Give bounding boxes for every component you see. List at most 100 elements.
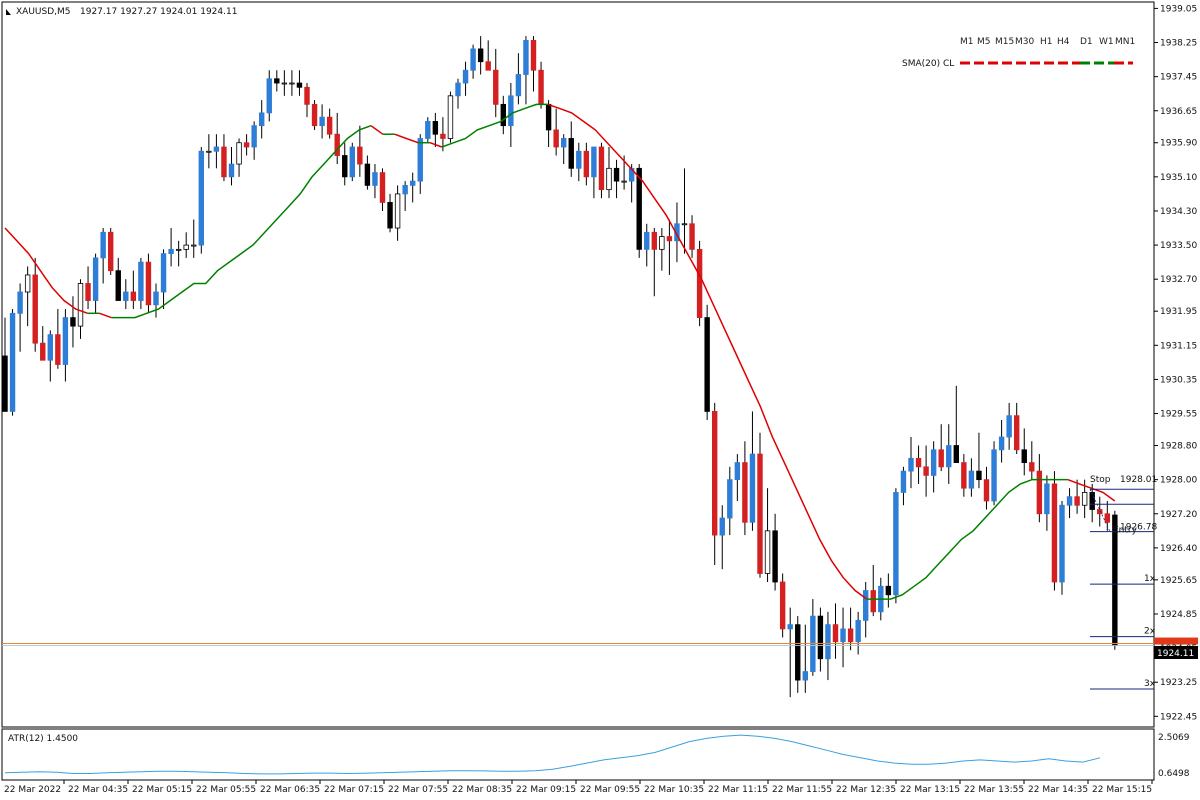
price-tick-label: 1932.70 (1160, 275, 1197, 285)
candle-body (191, 244, 197, 247)
candle-body (440, 133, 446, 139)
candle-body (447, 95, 454, 139)
candle-body (40, 342, 46, 361)
candle (757, 432, 763, 578)
candle-body (266, 78, 272, 114)
candle-body (893, 492, 899, 596)
candle-body (432, 121, 439, 135)
candle-body (734, 462, 741, 481)
candle-body (998, 436, 1005, 451)
candle (447, 91, 454, 143)
candle-body (681, 223, 688, 226)
candle-body (764, 530, 771, 574)
candle-body (175, 248, 182, 251)
timeframe-m5[interactable]: M5 (977, 37, 991, 47)
candle-body (258, 112, 265, 127)
candle-body (470, 48, 476, 71)
candle-body (538, 69, 544, 105)
candle-body (1044, 483, 1050, 515)
target-2-label: 2x (1144, 627, 1156, 637)
candle-body (530, 39, 537, 71)
candle-body (289, 82, 295, 85)
candle-body (659, 236, 665, 250)
candle-body (326, 116, 333, 135)
candle-body (394, 193, 401, 229)
candle-body (1014, 415, 1020, 451)
time-tick-label: 22 Mar 09:15 (516, 785, 576, 795)
candle-body (508, 95, 514, 127)
atr-max-label: 2.5069 (1158, 733, 1190, 743)
candle-body (825, 624, 831, 660)
timeframe-h4[interactable]: H4 (1057, 37, 1070, 47)
stop-value: 1928.01 (1120, 475, 1157, 485)
candle-body (115, 270, 121, 301)
candle-body (689, 223, 695, 250)
time-tick-label: 22 Mar 13:55 (964, 785, 1024, 795)
time-tick-label: 22 Mar 14:35 (1028, 785, 1088, 795)
candle-body (24, 274, 31, 293)
candle-body (606, 167, 612, 191)
price-tick-label: 1936.65 (1160, 107, 1197, 117)
candle-body (644, 231, 650, 250)
timeframe-m30[interactable]: M30 (1015, 37, 1034, 47)
candle-body (372, 172, 378, 186)
candle-body (553, 129, 559, 148)
candle-body (832, 624, 839, 643)
price-tick-label: 1938.25 (1160, 39, 1197, 49)
atr-label: ATR(12) 1.4500 (8, 734, 78, 744)
candle-body (1029, 462, 1035, 472)
price-tick-label: 1931.95 (1160, 307, 1197, 317)
candle-body (236, 142, 242, 165)
time-tick-label: 22 Mar 12:35 (836, 785, 896, 795)
candle-body (772, 530, 778, 583)
timeframe-bar[interactable]: M1 M5 M15 M30 H1 H4 D1 W1 MN1 (960, 37, 1135, 47)
candle-body (915, 457, 922, 468)
candle-body (1059, 504, 1065, 583)
price-chart[interactable]: 1939.05 1938.25 1937.45 1936.65 1935.90 1935.… (0, 0, 1200, 800)
timeframe-mn1[interactable]: MN1 (1115, 37, 1135, 47)
timeframe-d1[interactable]: D1 (1080, 37, 1093, 47)
price-tick-label: 1922.45 (1160, 712, 1197, 722)
candle-body (523, 39, 529, 75)
candle-body (636, 167, 642, 250)
candle (349, 142, 355, 182)
time-tick-label: 22 Mar 07:55 (388, 785, 448, 795)
candle-body (719, 517, 725, 536)
candle-body (168, 248, 174, 255)
symbol-label: XAUUSD,M5 (16, 7, 71, 17)
target-3-label: 3x (1144, 679, 1156, 689)
candle-body (757, 453, 763, 574)
candle-body (613, 167, 620, 182)
candle-body (357, 146, 363, 165)
timeframe-m1[interactable]: M1 (960, 37, 974, 47)
candle-body (311, 103, 318, 127)
candle-body (1081, 492, 1088, 506)
candle-body (500, 103, 506, 127)
candle-body (953, 445, 959, 463)
timeframe-m15[interactable]: M15 (995, 37, 1014, 47)
time-tick-label: 22 Mar 13:15 (900, 785, 960, 795)
price-tick-label: 1935.10 (1160, 173, 1197, 183)
candle-body (402, 184, 408, 195)
candle-body (855, 619, 861, 643)
candle-body (946, 445, 952, 468)
candle-body (968, 470, 975, 489)
candle-body (621, 180, 627, 183)
candle (145, 253, 152, 314)
candle-body (870, 590, 876, 613)
timeframe-h1[interactable]: H1 (1040, 37, 1053, 47)
candle-body (712, 411, 718, 536)
price-tick-label: 1927.20 (1160, 510, 1197, 520)
candle-body (802, 671, 808, 681)
candle-body (1051, 483, 1058, 583)
candle-body (1021, 449, 1027, 463)
candle-body (455, 82, 461, 97)
candle-body (583, 150, 590, 178)
bid-price-marker (1154, 637, 1198, 645)
candle-body (938, 449, 944, 468)
timeframe-w1[interactable]: W1 (1099, 37, 1114, 47)
price-tick-label: 1933.50 (1160, 241, 1197, 251)
candle-body (847, 628, 854, 643)
candle-body (885, 585, 892, 596)
candle-body (70, 317, 76, 327)
